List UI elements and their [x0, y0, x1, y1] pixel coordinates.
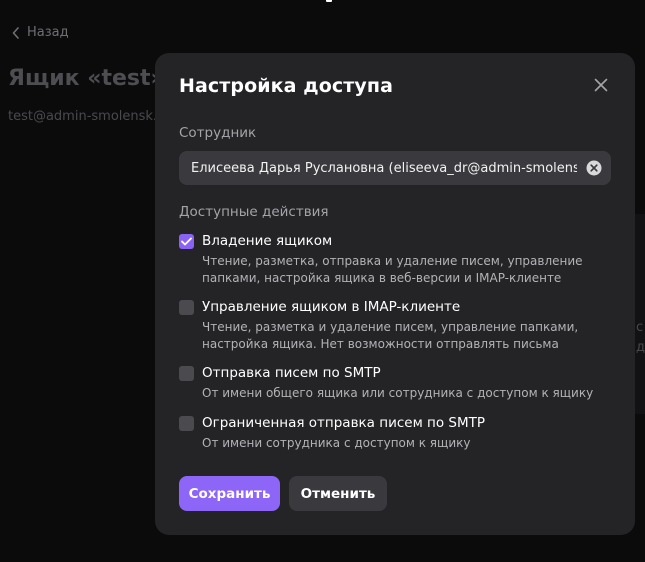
close-icon: [594, 77, 608, 96]
employee-value: Елисеева Дарья Руслановна (eliseeva_dr@a…: [191, 160, 577, 176]
option-title[interactable]: Владение ящиком: [202, 233, 332, 249]
cancel-button[interactable]: Отменить: [289, 476, 387, 511]
back-link-label: Назад: [27, 25, 69, 40]
option-title[interactable]: Управление ящиком в IMAP-клиенте: [202, 299, 460, 315]
employee-field[interactable]: Елисеева Дарья Руслановна (eliseeva_dr@a…: [179, 151, 611, 185]
mailbox-title: Ящик «test»: [8, 66, 165, 91]
option-description: От имени сотрудника с доступом к ящику: [202, 436, 471, 450]
page: Назад Ящик «test» test@admin-smolensk. с…: [0, 0, 645, 562]
option-title[interactable]: Ограниченная отправка писем по SMTP: [202, 415, 485, 431]
checkbox-smtp-sending[interactable]: [179, 366, 194, 381]
background-text-fragment: с: [636, 320, 644, 335]
option-title[interactable]: Отправка писем по SMTP: [202, 365, 381, 381]
access-settings-dialog: Настройка доступа Сотрудник Елисеева Дар…: [155, 53, 635, 535]
option-description: От имени общего ящика или сотрудника с д…: [202, 386, 594, 400]
option-description: Чтение, разметка, отправка и удаление пи…: [202, 254, 583, 285]
employee-label: Сотрудник: [179, 125, 257, 141]
background-text-fragment: д: [636, 340, 645, 355]
option-description: Чтение, разметка и удаление писем, управ…: [202, 320, 579, 351]
checkbox-limited-smtp-sending[interactable]: [179, 416, 194, 431]
close-button[interactable]: [591, 76, 611, 96]
chevron-left-icon: [11, 26, 21, 40]
actions-label: Доступные действия: [179, 204, 329, 220]
checkbox-imap-management[interactable]: [179, 300, 194, 315]
save-button[interactable]: Сохранить: [179, 476, 280, 511]
clear-icon[interactable]: [586, 160, 602, 176]
background-panel-edge: [634, 214, 645, 414]
checkmark-icon: [181, 237, 192, 246]
mailbox-email: test@admin-smolensk.: [8, 109, 158, 124]
dialog-title: Настройка доступа: [179, 75, 394, 97]
header-fragment: [326, 0, 332, 2]
back-link[interactable]: Назад: [11, 25, 69, 40]
checkbox-mailbox-ownership[interactable]: [179, 234, 194, 249]
